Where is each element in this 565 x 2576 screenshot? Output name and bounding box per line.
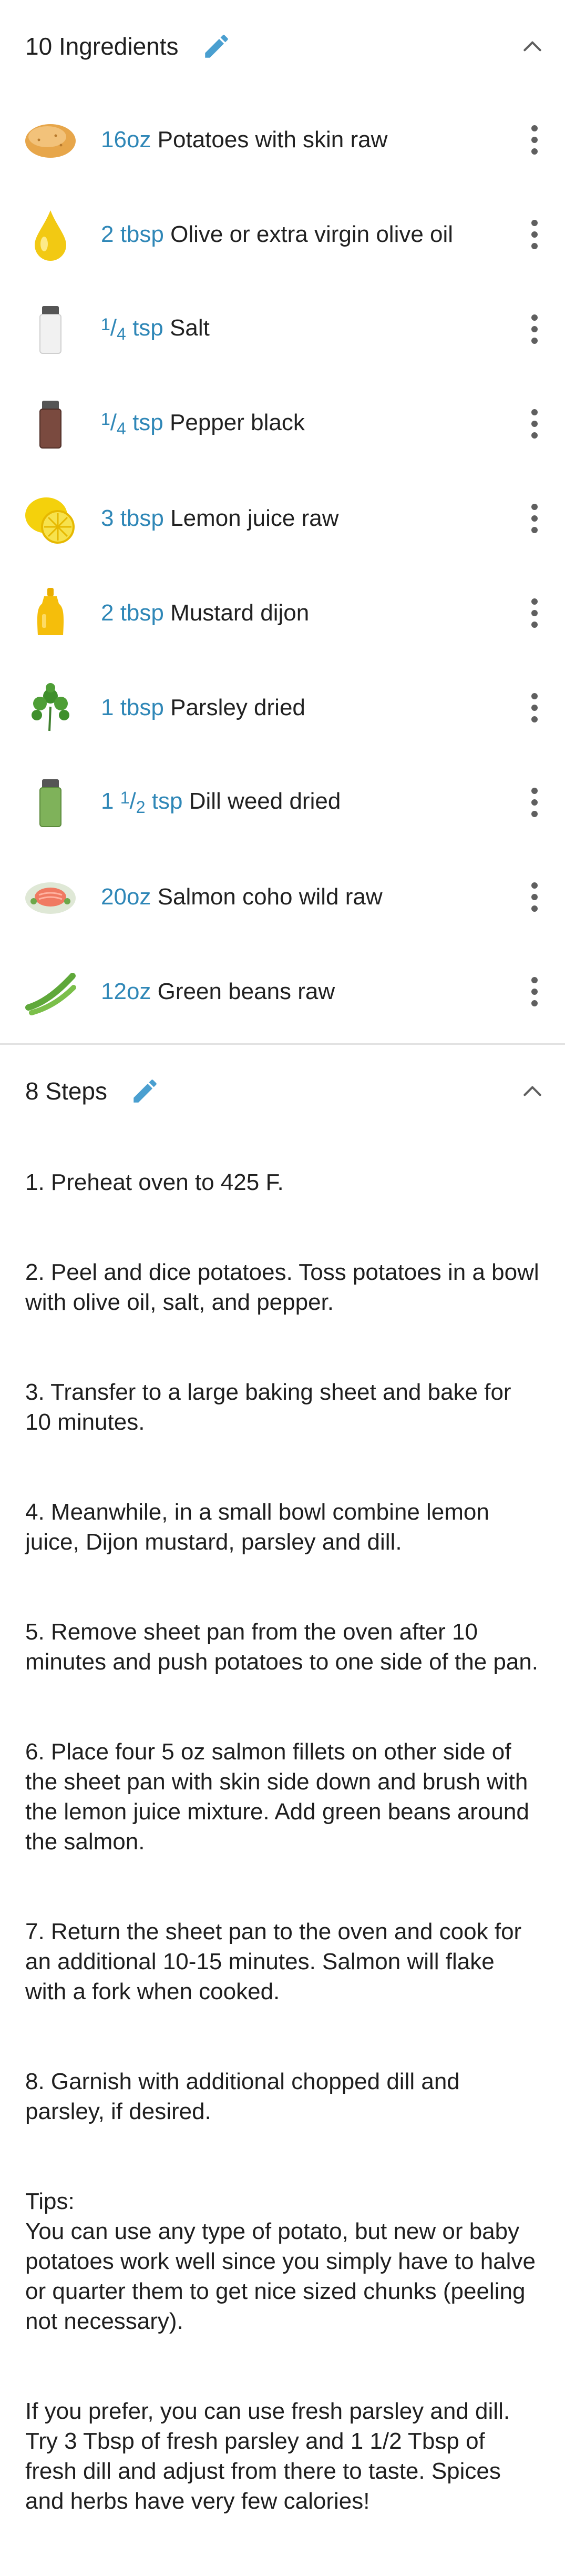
step-text: 2. Peel and dice potatoes. Toss potatoes… (25, 1259, 539, 1315)
ingredient-quantity: 1/4 tsp (101, 410, 163, 438)
oil-drop-icon (23, 207, 78, 262)
ingredients-title: 10 Ingredients (25, 33, 179, 60)
quantity-numerator: 1 (101, 410, 110, 429)
ingredient-quantity: 1/4 tsp (101, 315, 163, 343)
step-text: 6. Place four 5 oz salmon fillets on oth… (25, 1739, 529, 1855)
quantity-numerator: 1 (101, 315, 110, 334)
ingredient-quantity: 16oz (101, 127, 151, 152)
step-text: 5. Remove sheet pan from the oven after … (25, 1619, 539, 1675)
ingredient-name: Salmon coho wild raw (157, 884, 383, 910)
step-text: 4. Meanwhile, in a small bowl combine le… (25, 1499, 489, 1555)
salmon-icon (23, 870, 78, 924)
ingredient-more-button[interactable] (519, 873, 550, 921)
ingredient-row[interactable]: 1 1/2 tsp Dill weed dried (0, 755, 565, 850)
ingredient-text: 1/4 tsp Pepper black (101, 404, 476, 443)
ingredient-more-button[interactable] (519, 495, 550, 542)
ingredient-quantity: 2 tbsp (101, 221, 164, 247)
potato-icon (23, 113, 78, 167)
ingredient-more-button[interactable] (519, 116, 550, 164)
ingredient-text: 3 tbsp Lemon juice raw (101, 504, 476, 533)
pepper-shaker-icon (23, 396, 78, 451)
ingredient-more-button[interactable] (519, 589, 550, 637)
ingredient-row[interactable]: 12oz Green beans raw (0, 944, 565, 1039)
step-text: 1. Preheat oven to 425 F. (25, 1169, 284, 1195)
ingredient-quantity: 1 tbsp (101, 695, 164, 720)
ingredient-text: 20oz Salmon coho wild raw (101, 882, 476, 912)
ingredient-text: 12oz Green beans raw (101, 977, 476, 1006)
ingredient-more-button[interactable] (519, 400, 550, 447)
ingredient-list: 16oz Potatoes with skin raw 2 tbsp Olive… (0, 93, 565, 1039)
pencil-icon (133, 1080, 157, 1103)
ingredient-quantity: 20oz (101, 884, 151, 910)
tips-text: Tips: You can use any type of potato, bu… (25, 2188, 536, 2334)
ingredient-name: Dill weed dried (189, 788, 341, 814)
steps-header: 8 Steps (0, 1045, 565, 1137)
ingredient-more-button[interactable] (519, 684, 550, 731)
pencil-icon (204, 35, 228, 58)
ingredient-row[interactable]: 3 tbsp Lemon juice raw (0, 471, 565, 566)
ingredient-name: Potatoes with skin raw (157, 127, 388, 152)
ingredient-row[interactable]: 2 tbsp Olive or extra virgin olive oil (0, 187, 565, 282)
collapse-ingredients-button[interactable] (511, 25, 553, 67)
ingredient-name: Pepper black (170, 410, 305, 435)
collapse-steps-button[interactable] (511, 1070, 553, 1112)
ingredient-row[interactable]: 1 tbsp Parsley dried (0, 660, 565, 755)
quantity-unit: tsp (132, 315, 163, 341)
quantity-denominator: 4 (117, 324, 126, 343)
step-text: 3. Transfer to a large baking sheet and … (25, 1379, 511, 1435)
tips-text: If you prefer, you can use fresh parsley… (25, 2398, 510, 2514)
ingredient-quantity: 12oz (101, 979, 151, 1004)
ingredient-more-button[interactable] (519, 968, 550, 1015)
ingredient-text: 1 1/2 tsp Dill weed dried (101, 783, 476, 822)
step-text: 8. Garnish with additional chopped dill … (25, 2069, 460, 2124)
mustard-bottle-icon (23, 586, 78, 640)
ingredient-more-button[interactable] (519, 211, 550, 258)
quantity-unit: tsp (132, 410, 163, 435)
salt-shaker-icon (23, 302, 78, 357)
parsley-icon (23, 680, 78, 735)
dill-jar-icon (23, 775, 78, 830)
ingredient-quantity: 3 tbsp (101, 505, 164, 531)
ingredient-more-button[interactable] (519, 306, 550, 353)
lemon-icon (23, 491, 78, 546)
steps-body: 1. Preheat oven to 425 F. 2. Peel and di… (0, 1137, 565, 2576)
ingredient-name: Salt (170, 315, 210, 341)
quantity-numerator: 1 (120, 788, 130, 807)
chevron-up-icon (523, 1086, 541, 1096)
step-text: 7. Return the sheet pan to the oven and … (25, 1919, 522, 2004)
ingredient-more-button[interactable] (519, 779, 550, 826)
ingredient-name: Lemon juice raw (170, 505, 339, 531)
quantity-denominator: 4 (117, 419, 126, 438)
ingredient-name: Parsley dried (170, 695, 305, 720)
ingredient-name: Mustard dijon (170, 600, 310, 626)
ingredient-quantity: 1 1/2 tsp (101, 788, 183, 817)
chevron-up-icon (523, 41, 541, 52)
edit-ingredients-button[interactable] (200, 29, 233, 63)
ingredient-text: 2 tbsp Mustard dijon (101, 598, 476, 628)
ingredient-name: Green beans raw (157, 979, 335, 1004)
ingredient-text: 1/4 tsp Salt (101, 310, 476, 349)
ingredient-row[interactable]: 2 tbsp Mustard dijon (0, 566, 565, 660)
ingredient-name: Olive or extra virgin olive oil (170, 221, 454, 247)
ingredient-text: 2 tbsp Olive or extra virgin olive oil (101, 220, 476, 249)
ingredient-row[interactable]: 1/4 tsp Salt (0, 282, 565, 376)
ingredient-row[interactable]: 1/4 tsp Pepper black (0, 376, 565, 471)
ingredient-row[interactable]: 20oz Salmon coho wild raw (0, 850, 565, 944)
ingredient-row[interactable]: 16oz Potatoes with skin raw (0, 93, 565, 187)
ingredient-text: 16oz Potatoes with skin raw (101, 125, 476, 155)
steps-title: 8 Steps (25, 1077, 107, 1105)
ingredient-quantity: 2 tbsp (101, 600, 164, 626)
edit-steps-button[interactable] (128, 1074, 162, 1108)
quantity-unit: tsp (151, 788, 183, 814)
ingredient-text: 1 tbsp Parsley dried (101, 693, 476, 722)
quantity-denominator: 2 (136, 798, 146, 817)
quantity-whole: 1 (101, 788, 114, 814)
green-beans-icon (23, 964, 78, 1019)
ingredients-header: 10 Ingredients (0, 0, 565, 93)
